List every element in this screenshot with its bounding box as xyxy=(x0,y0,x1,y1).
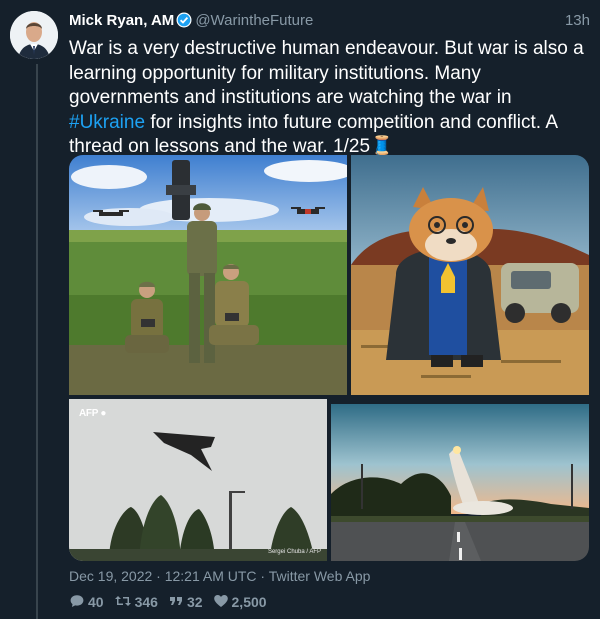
afp-watermark: AFP ● xyxy=(79,408,107,419)
image-rocket-launch-road[interactable] xyxy=(331,404,589,561)
media-grid: AFP ● Sergei Chuba / AFP xyxy=(69,155,589,561)
thread-emoji: 🧵 xyxy=(370,136,394,157)
retweet-icon xyxy=(114,593,135,612)
image-soldiers-drones[interactable] xyxy=(69,155,347,395)
tweet-time[interactable]: 13h xyxy=(565,11,590,31)
tweet-meta: Dec 19, 2022 · 12:21 AM UTC · Twitter We… xyxy=(69,568,371,584)
quote-icon xyxy=(168,593,187,612)
tweet-header: Mick Ryan, AM @WarintheFuture 13h xyxy=(69,11,590,31)
reply-count: 40 xyxy=(88,594,104,610)
hashtag-link[interactable]: #Ukraine xyxy=(69,112,145,133)
tweet-text: War is a very destructive human endeavou… xyxy=(69,37,589,160)
action-bar: 40 346 32 2,500 xyxy=(69,593,277,611)
image-drone-over-trees[interactable]: AFP ● Sergei Chuba / AFP xyxy=(69,399,327,561)
avatar[interactable] xyxy=(10,11,58,59)
heart-icon xyxy=(213,593,232,612)
quote-count: 32 xyxy=(186,594,203,610)
like-count: 2,500 xyxy=(231,594,267,610)
reply-button[interactable]: 40 xyxy=(69,593,104,612)
retweet-button[interactable]: 346 xyxy=(114,593,158,612)
image-dog-in-suit[interactable] xyxy=(351,155,589,395)
quote-button[interactable]: 32 xyxy=(168,593,203,612)
tweet-text-part-1: War is a very destructive human endeavou… xyxy=(69,38,584,108)
author-handle[interactable]: @WarintheFuture xyxy=(195,12,313,29)
thread-connector-line xyxy=(36,64,38,619)
comment-icon xyxy=(69,593,88,612)
photo-credit: Sergei Chuba / AFP xyxy=(267,549,321,555)
verified-badge-icon xyxy=(176,12,192,34)
like-button[interactable]: 2,500 xyxy=(213,593,267,612)
author-name[interactable]: Mick Ryan, AM xyxy=(69,12,174,29)
retweet-count: 346 xyxy=(134,594,158,610)
